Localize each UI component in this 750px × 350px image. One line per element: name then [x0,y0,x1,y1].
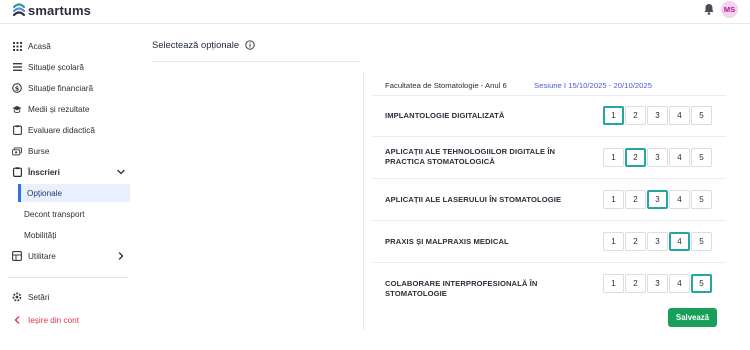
row-divider [372,178,726,179]
info-icon[interactable] [245,39,255,50]
grade-option-1[interactable]: 1 [603,190,624,209]
sidebar-subitem-decont-transport[interactable]: Decont transport [18,205,130,223]
sidebar-item-label: Ieșire din cont [28,315,79,325]
money-icon [12,146,22,156]
sidebar-item-burse[interactable]: Burse [0,142,130,160]
bell-icon[interactable] [702,2,716,16]
page-title-text: Selectează opționale [152,39,240,50]
sidebar-item-utilitare[interactable]: Utilitare [0,247,130,265]
gear-icon [12,292,22,302]
sidebar-item-label: Înscrieri [28,167,60,177]
row-divider [372,136,726,137]
sidebar-item-label: Medii și rezultate [28,104,90,114]
grade-option-1[interactable]: 1 [603,106,624,125]
grade-selector: 1 2 3 4 5 [603,274,713,293]
sidebar-subitem-label: Opționale [27,188,63,198]
sidebar-item-label: Acasă [28,41,51,51]
sidebar-item-label: Situație școlară [28,62,84,72]
save-button[interactable]: Salvează [668,308,717,327]
avatar[interactable]: MS [721,1,738,18]
grade-option-2[interactable]: 2 [625,148,646,167]
course-name: PRAXIS ȘI MALPRAXIS MEDICAL [385,237,509,246]
grade-option-4[interactable]: 4 [669,148,690,167]
sidebar-item-medii-rezultate[interactable]: Medii și rezultate [0,100,130,118]
grade-option-2[interactable]: 2 [625,190,646,209]
sidebar-subitem-optionale[interactable]: Opționale [18,184,130,202]
title-divider [152,61,360,62]
sidebar-item-label: Situație financiară [28,83,94,93]
grid-icon [12,41,22,51]
grade-option-2[interactable]: 2 [625,232,646,251]
layout-icon [12,251,22,261]
grade-option-4[interactable]: 4 [669,274,690,293]
sidebar-subitem-label: Decont transport [24,209,85,219]
grade-option-5[interactable]: 5 [691,232,712,251]
row-divider [372,220,726,221]
sidebar-item-label: Evaluare didactică [28,125,95,135]
sidebar-item-label: Setări [28,292,50,302]
sidebar-item-acasa[interactable]: Acasă [0,37,130,55]
grade-option-1[interactable]: 1 [603,274,624,293]
clipboard-icon [12,125,22,135]
sidebar-item-inscrieri[interactable]: Înscrieri [0,163,130,181]
grade-option-1[interactable]: 1 [603,148,624,167]
svg-text:$: $ [15,84,20,92]
sidebar-item-label: Utilitare [28,251,56,261]
chevron-right-icon[interactable] [116,251,126,261]
course-name: IMPLANTOLOGIE DIGITALIZATĂ [385,111,505,120]
graduation-cap-icon [12,104,22,114]
sidebar-item-situatie-scolara[interactable]: Situație școlară [0,58,130,76]
grade-option-4[interactable]: 4 [669,232,690,251]
grade-selector: 1 2 3 4 5 [603,106,713,125]
sidebar-item-setari[interactable]: Setări [0,288,130,306]
grade-option-5[interactable]: 5 [691,148,712,167]
course-name: APLICAȚII ALE TEHNOLOGIILOR DIGITALE ÎN … [385,147,556,166]
grade-option-3[interactable]: 3 [647,232,668,251]
grade-option-5[interactable]: 5 [691,274,712,293]
grade-option-3[interactable]: 3 [647,148,668,167]
sidebar-subitem-label: Mobilități [24,230,57,240]
list-icon [12,62,22,72]
chevron-down-icon[interactable] [116,167,126,177]
sidebar-item-situatie-financiara[interactable]: $ Situație financiară [0,79,130,97]
logo-text: smartums [28,2,91,18]
grade-option-4[interactable]: 4 [669,190,690,209]
grade-selector: 1 2 3 4 5 [603,190,713,209]
grade-selector: 1 2 3 4 5 [603,148,713,167]
page-title: Selectează opționale [152,39,255,50]
sidebar-item-label: Burse [28,146,50,156]
smartums-logo-icon [12,3,26,17]
grade-option-5[interactable]: 5 [691,190,712,209]
top-bar: smartums MS [0,0,750,24]
sidebar-subitem-mobilitati[interactable]: Mobilități [18,226,130,244]
grade-selector: 1 2 3 4 5 [603,232,713,251]
sidebar-item-logout[interactable]: Ieșire din cont [0,311,130,329]
grade-option-1[interactable]: 1 [603,232,624,251]
panel-divider [363,72,364,330]
row-divider [372,262,726,263]
grade-option-2[interactable]: 2 [625,274,646,293]
grade-option-3[interactable]: 3 [647,190,668,209]
faculty-label: Facultatea de Stomatologie - Anul 6 [385,81,507,90]
session-label: Sesiune I 15/10/2025 - 20/10/2025 [534,81,652,90]
sidebar: Acasă Situație școlară $ Situație financ… [0,24,140,350]
row-divider [372,95,726,96]
grade-option-4[interactable]: 4 [669,106,690,125]
course-name: COLABORARE INTERPROFESIONALĂ ÎN STOMATOL… [385,279,538,298]
chevron-left-icon [12,315,22,325]
course-name: APLICAȚII ALE LASERULUI ÎN STOMATOLOGIE [385,195,562,204]
app-logo[interactable]: smartums [12,1,91,19]
grade-option-3[interactable]: 3 [647,106,668,125]
sidebar-divider [8,277,128,278]
grade-option-3[interactable]: 3 [647,274,668,293]
clipboard-check-icon [12,167,22,177]
dollar-icon: $ [12,83,22,93]
grade-option-2[interactable]: 2 [625,106,646,125]
sidebar-item-evaluare-didactica[interactable]: Evaluare didactică [0,121,130,139]
grade-option-5[interactable]: 5 [691,106,712,125]
